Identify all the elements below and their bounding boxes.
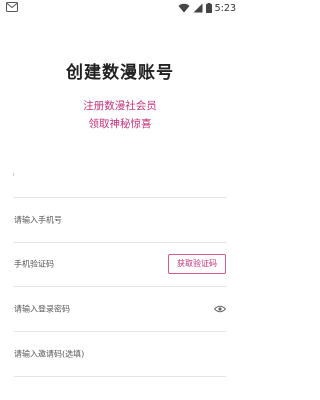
password-field[interactable]: 请输入登录密码: [14, 287, 226, 332]
promo-line-2: 领取神秘惊喜: [88, 118, 152, 130]
password-input[interactable]: 请输入登录密码: [14, 304, 70, 315]
promo-subtitle: 注册数漫社会员 领取神秘惊喜: [0, 97, 240, 133]
verification-code-input[interactable]: 手机验证码: [14, 259, 54, 270]
eye-icon[interactable]: [214, 305, 226, 313]
invite-code-field[interactable]: 请输入邀请码(选填): [14, 332, 226, 377]
status-bar: 5:23: [0, 0, 240, 16]
notification-icon: [6, 2, 18, 12]
signal-icon: [193, 3, 203, 13]
page-title: 创建数漫账号: [66, 63, 174, 83]
invite-code-input[interactable]: 请输入邀请码(选填): [14, 349, 84, 360]
wifi-icon: [178, 3, 190, 13]
battery-icon: [205, 3, 212, 13]
divider-mark: [13, 173, 14, 176]
get-code-button[interactable]: 获取验证码: [168, 254, 226, 274]
promo-line-1: 注册数漫社会员: [83, 100, 157, 112]
phone-input[interactable]: 请输入手机号: [14, 215, 62, 226]
status-time: 5:23: [214, 2, 236, 14]
phone-field[interactable]: 请输入手机号: [14, 197, 226, 243]
verification-code-field[interactable]: 手机验证码 获取验证码: [14, 242, 226, 287]
status-right: 5:23: [178, 1, 236, 15]
